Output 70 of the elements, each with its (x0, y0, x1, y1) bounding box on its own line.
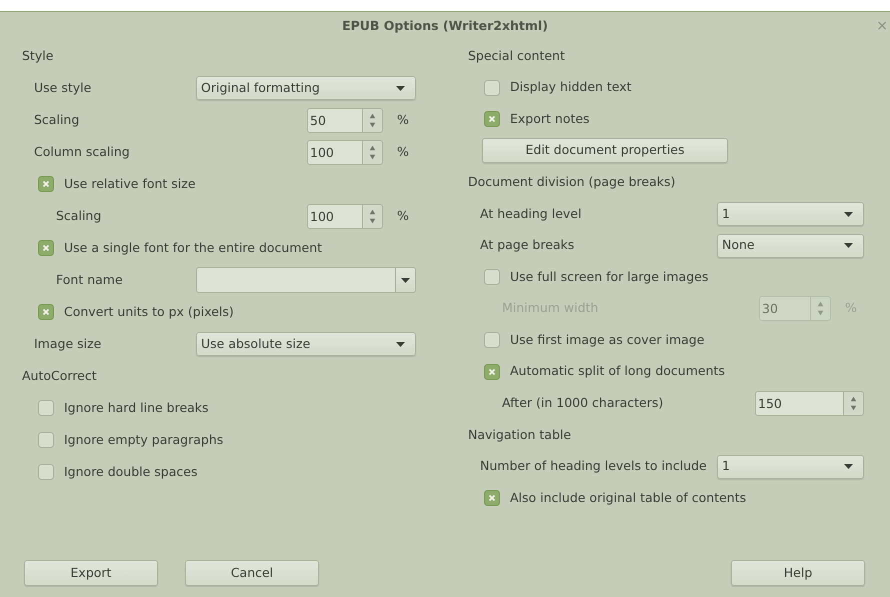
checkbox[interactable] (38, 464, 54, 480)
field-label: At heading level (480, 204, 582, 223)
number-field[interactable]: 100 (307, 204, 363, 228)
field-label: Scaling (56, 206, 102, 225)
window-title: EPUB Options (Writer2xhtml) (342, 16, 548, 35)
spin-buttons[interactable] (844, 390, 864, 416)
dropdown[interactable]: 1 (717, 454, 864, 479)
checkbox-label[interactable]: Use a single font for the entire document (64, 238, 322, 258)
checkbox-label[interactable]: Export notes (510, 110, 590, 129)
checkbox[interactable] (38, 304, 54, 320)
checkbox[interactable] (484, 111, 500, 128)
section-heading: Navigation table (468, 426, 572, 444)
field-label: Number of heading levels to include (480, 457, 707, 476)
spin-buttons[interactable] (363, 204, 383, 228)
caret-icon (844, 212, 853, 217)
section-heading: Style (22, 46, 54, 65)
caret-icon (401, 278, 410, 282)
section-heading: AutoCorrect (22, 366, 97, 385)
checkbox-label[interactable]: Convert units to px (pixels) (64, 302, 234, 322)
help-button[interactable]: Help (731, 560, 865, 586)
edit-properties-button[interactable]: Edit document properties (482, 138, 728, 164)
field-label: Use style (34, 78, 92, 97)
field-label: Scaling (34, 110, 80, 129)
dropdown[interactable]: None (717, 234, 864, 258)
spin-buttons[interactable] (363, 108, 383, 132)
checkbox-label[interactable]: Use relative font size (64, 174, 196, 194)
checkbox-label[interactable]: Display hidden text (510, 78, 632, 98)
checkbox-label[interactable]: Ignore hard line breaks (64, 398, 209, 418)
dropdown-button[interactable] (396, 267, 416, 293)
number-field[interactable]: 150 (755, 390, 844, 416)
dropdown[interactable]: Use absolute size (196, 332, 416, 356)
checkbox[interactable] (38, 432, 54, 448)
checkbox-label[interactable]: Use first image as cover image (510, 330, 704, 350)
checkbox-label[interactable]: Ignore empty paragraphs (64, 430, 224, 450)
spin-buttons[interactable] (363, 140, 383, 164)
checkbox-label[interactable]: Use full screen for large images (510, 268, 708, 287)
dropdown[interactable]: 1 (717, 202, 864, 226)
checkbox[interactable] (484, 364, 500, 380)
caret-icon (844, 243, 853, 248)
dialog-button[interactable]: Export (24, 560, 158, 586)
checkbox[interactable] (484, 490, 500, 506)
unit-label: % (396, 206, 410, 225)
caret-icon (844, 464, 853, 470)
caret-icon (396, 342, 405, 346)
checkbox-label[interactable]: Also include original table of contents (510, 488, 746, 508)
checkbox-label[interactable]: Ignore double spaces (64, 462, 198, 482)
number-field[interactable]: 50 (307, 108, 363, 132)
unit-label: % (396, 142, 410, 161)
dropdown[interactable]: Original formatting (196, 76, 416, 100)
section-heading: Special content (468, 46, 565, 65)
checkbox[interactable] (38, 176, 54, 192)
section-heading: Document division (page breaks) (468, 173, 676, 192)
checkbox[interactable] (484, 269, 500, 286)
unit-label: % (844, 299, 858, 318)
dialog-button[interactable]: Cancel (185, 560, 319, 586)
field-label: Image size (34, 334, 102, 353)
checkbox[interactable] (484, 332, 500, 348)
checkbox[interactable] (484, 80, 500, 96)
field-label: Font name (56, 270, 123, 289)
spin-buttons[interactable] (811, 296, 831, 322)
number-field[interactable]: 100 (307, 140, 363, 164)
unit-label: % (396, 110, 410, 129)
caret-icon (396, 86, 405, 90)
checkbox[interactable] (38, 400, 54, 416)
font-name-field[interactable] (196, 267, 396, 293)
checkbox-label[interactable]: Automatic split of long documents (510, 362, 725, 382)
checkbox[interactable] (38, 240, 54, 256)
field-label: After (in 1000 characters) (502, 394, 664, 412)
field-label: Column scaling (34, 142, 130, 161)
field-label: At page breaks (480, 236, 574, 254)
